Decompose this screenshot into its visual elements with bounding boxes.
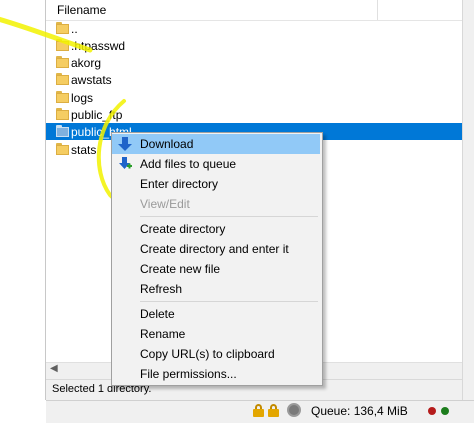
scroll-left-icon[interactable]: ◀	[50, 363, 58, 374]
menu-item-enter-directory[interactable]: Enter directory	[112, 174, 320, 194]
file-name: stats	[71, 143, 97, 157]
file-name: logs	[71, 91, 94, 105]
activity-green-light-icon	[441, 407, 449, 415]
menu-item-label: Download	[140, 137, 194, 151]
folder-icon	[56, 91, 69, 103]
file-row[interactable]: ..	[46, 20, 462, 37]
menu-item-label: Refresh	[140, 282, 183, 296]
folder-icon	[56, 73, 69, 85]
activity-red-light-icon	[428, 407, 436, 415]
menu-item-create-directory[interactable]: Create directory	[112, 219, 320, 239]
menu-item-label: Create directory	[140, 222, 226, 236]
file-list-header[interactable]	[46, 0, 462, 21]
menu-item-view-edit: View/Edit	[112, 194, 320, 214]
file-name: akorg	[71, 56, 102, 70]
menu-separator	[140, 301, 318, 302]
menu-item-label: Add files to queue	[140, 157, 237, 171]
menu-item-create-new-file[interactable]: Create new file	[112, 259, 320, 279]
menu-item-download[interactable]: Download	[112, 134, 320, 154]
folder-icon	[56, 125, 69, 137]
folder-icon	[56, 108, 69, 120]
menu-item-label: Enter directory	[140, 177, 219, 191]
menu-item-label: Create new file	[140, 262, 221, 276]
menu-item-create-directory-enter[interactable]: Create directory and enter it	[112, 239, 320, 259]
menu-item-file-permissions[interactable]: File permissions...	[112, 364, 320, 384]
desktop-background	[0, 0, 46, 422]
file-row[interactable]: logs	[46, 89, 462, 106]
add-to-queue-icon	[119, 157, 132, 169]
menu-item-label: File permissions...	[140, 367, 237, 381]
menu-item-label: Create directory and enter it	[140, 242, 289, 256]
folder-icon	[56, 39, 69, 51]
menu-item-label: Rename	[140, 327, 186, 341]
file-row[interactable]: .htpasswd	[46, 37, 462, 54]
vertical-scrollbar[interactable]	[462, 0, 474, 400]
menu-item-label: Delete	[140, 307, 175, 321]
folder-icon	[56, 56, 69, 68]
filename-column-header[interactable]: Filename	[57, 3, 106, 17]
file-name: public_ftp	[71, 108, 123, 122]
menu-separator	[140, 216, 318, 217]
lock-icon[interactable]	[253, 404, 264, 417]
file-name: awstats	[71, 73, 112, 87]
download-arrow-icon	[118, 137, 132, 151]
menu-item-add-to-queue[interactable]: Add files to queue	[112, 154, 320, 174]
file-row[interactable]: public_ftp	[46, 106, 462, 123]
file-row[interactable]: akorg	[46, 54, 462, 71]
file-row[interactable]: awstats	[46, 71, 462, 88]
file-name: .htpasswd	[71, 39, 126, 53]
menu-item-delete[interactable]: Delete	[112, 304, 320, 324]
folder-icon	[56, 143, 69, 155]
queue-size-label[interactable]: Queue: 136,4 MiB	[311, 404, 408, 418]
menu-item-rename[interactable]: Rename	[112, 324, 320, 344]
file-name: ..	[71, 22, 78, 36]
menu-item-copy-url[interactable]: Copy URL(s) to clipboard	[112, 344, 320, 364]
menu-item-refresh[interactable]: Refresh	[112, 279, 320, 299]
menu-item-label: View/Edit	[140, 197, 190, 211]
folder-up-icon	[56, 22, 69, 34]
gear-icon[interactable]	[287, 403, 301, 417]
column-separator[interactable]	[377, 0, 378, 20]
menu-item-label: Copy URL(s) to clipboard	[140, 347, 275, 361]
lock-icon[interactable]	[268, 404, 279, 417]
